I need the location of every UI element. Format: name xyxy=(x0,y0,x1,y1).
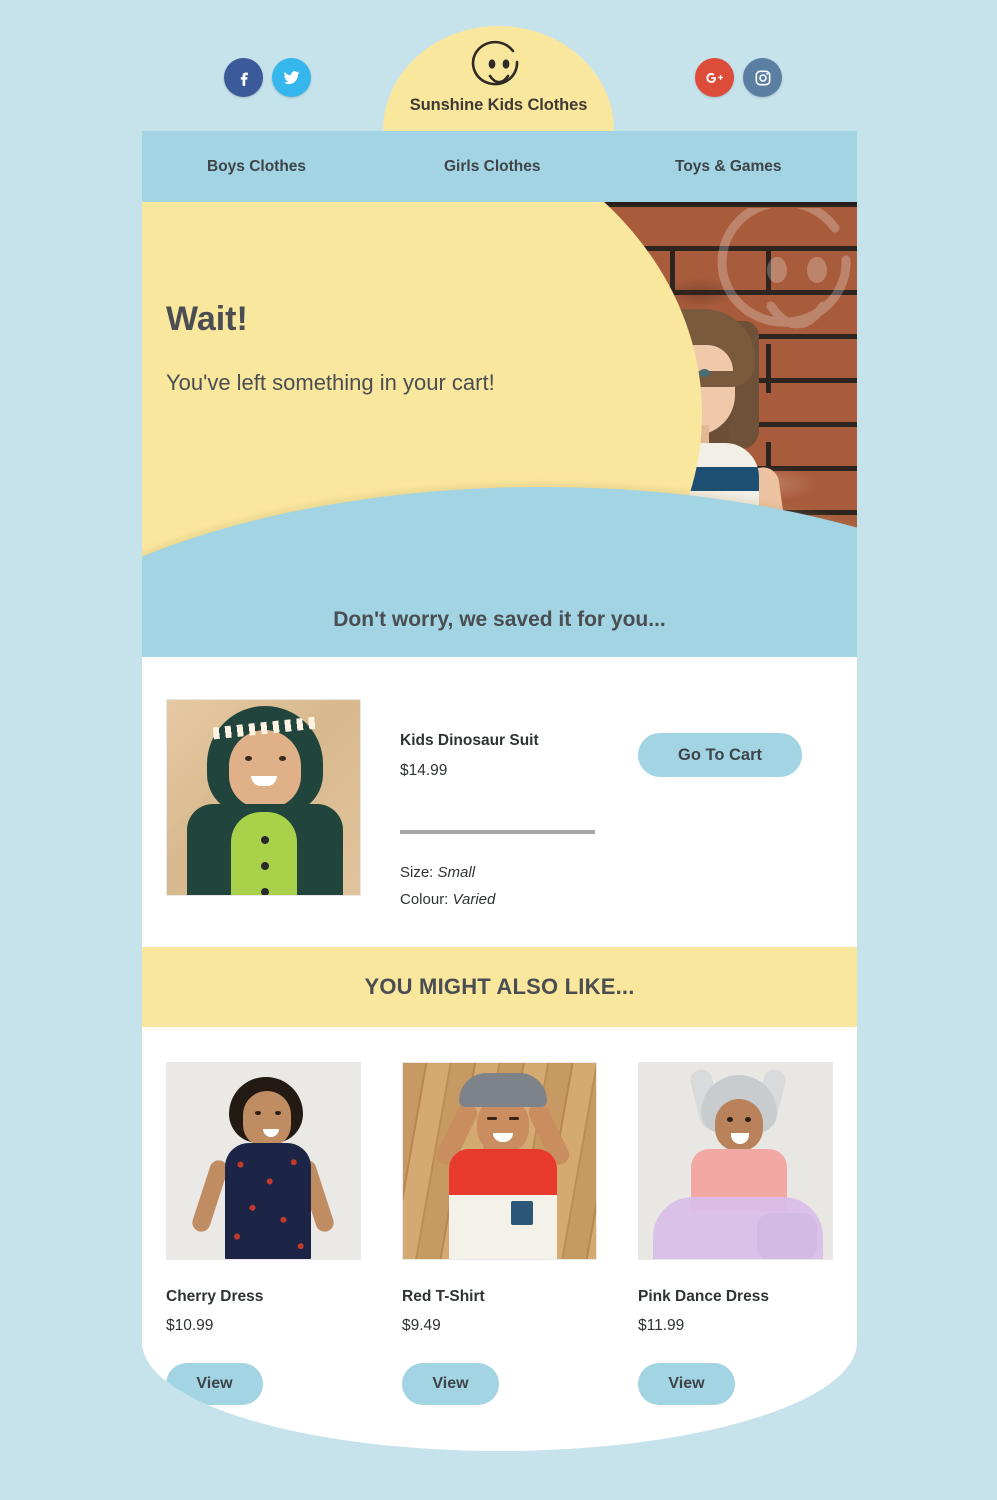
recommendations-heading: YOU MIGHT ALSO LIKE... xyxy=(364,974,635,999)
hero-subtitle: You've left something in your cart! xyxy=(166,370,495,395)
nav-item-toys-and-games[interactable]: Toys & Games xyxy=(675,158,782,176)
go-to-cart-button[interactable]: Go To Cart xyxy=(638,733,802,777)
product-photo-pink-dance-dress[interactable] xyxy=(638,1062,833,1260)
cart-item-attributes: Size: Small Colour: Varied xyxy=(400,859,495,913)
brand-logo[interactable]: Sunshine Kids Clothes xyxy=(383,26,614,131)
main-navigation: Boys Clothes Girls Clothes Toys & Games xyxy=(142,131,857,202)
email-card: Boys Clothes Girls Clothes Toys & Games xyxy=(142,131,857,1451)
view-product-button[interactable]: View xyxy=(638,1363,735,1405)
facebook-icon[interactable] xyxy=(224,58,263,97)
cart-item-price: $14.99 xyxy=(400,762,448,779)
hero-copy: Wait! You've left something in your cart… xyxy=(166,300,496,398)
product-price: $9.49 xyxy=(402,1317,441,1334)
cart-item-size-row: Size: Small xyxy=(400,859,495,886)
recommended-products: Cherry Dress $10.99 View Red T-Shirt $9.… xyxy=(142,1027,857,1405)
product-photo-red-tshirt[interactable] xyxy=(402,1062,597,1260)
hero-section: Wait! You've left something in your cart… xyxy=(142,202,857,657)
hero-banner-text: Don't worry, we saved it for you... xyxy=(333,608,666,631)
brand-name: Sunshine Kids Clothes xyxy=(409,96,588,114)
product-card: Pink Dance Dress $11.99 View xyxy=(638,1062,833,1405)
product-card: Red T-Shirt $9.49 View xyxy=(402,1062,597,1405)
cart-item-size-label: Size: xyxy=(400,864,434,881)
saved-cart-item-section: Kids Dinosaur Suit $14.99 Size: Small Co… xyxy=(142,657,857,947)
hero-title: Wait! xyxy=(166,300,248,338)
nav-item-boys-clothes[interactable]: Boys Clothes xyxy=(207,158,306,176)
product-name: Pink Dance Dress xyxy=(638,1288,769,1305)
social-links-left xyxy=(224,58,311,97)
cart-item-info: Kids Dinosaur Suit $14.99 xyxy=(400,732,539,780)
instagram-icon[interactable] xyxy=(743,58,782,97)
product-price: $11.99 xyxy=(638,1317,685,1334)
product-name: Cherry Dress xyxy=(166,1288,264,1305)
cart-item-size-value: Small xyxy=(437,864,476,881)
smiley-face-icon xyxy=(469,40,529,103)
nav-item-girls-clothes[interactable]: Girls Clothes xyxy=(444,158,540,176)
twitter-icon[interactable] xyxy=(272,58,311,97)
cart-item-colour-label: Colour: xyxy=(400,891,449,908)
cart-item-colour-row: Colour: Varied xyxy=(400,886,495,913)
cart-item-photo xyxy=(166,699,361,896)
social-links-right xyxy=(695,58,782,97)
product-name: Red T-Shirt xyxy=(402,1288,485,1305)
product-photo-cherry-dress[interactable] xyxy=(166,1062,361,1260)
google-plus-icon[interactable] xyxy=(695,58,734,97)
cart-item-divider xyxy=(400,830,595,834)
view-product-button[interactable]: View xyxy=(402,1363,499,1405)
view-product-button[interactable]: View xyxy=(166,1363,263,1405)
cart-item-colour-value: Varied xyxy=(452,891,496,908)
product-card: Cherry Dress $10.99 View xyxy=(166,1062,361,1405)
email-top-bar: Sunshine Kids Clothes xyxy=(0,0,997,131)
recommendations-banner: YOU MIGHT ALSO LIKE... xyxy=(142,947,857,1027)
product-price: $10.99 xyxy=(166,1317,214,1334)
cart-item-name: Kids Dinosaur Suit xyxy=(400,732,539,749)
